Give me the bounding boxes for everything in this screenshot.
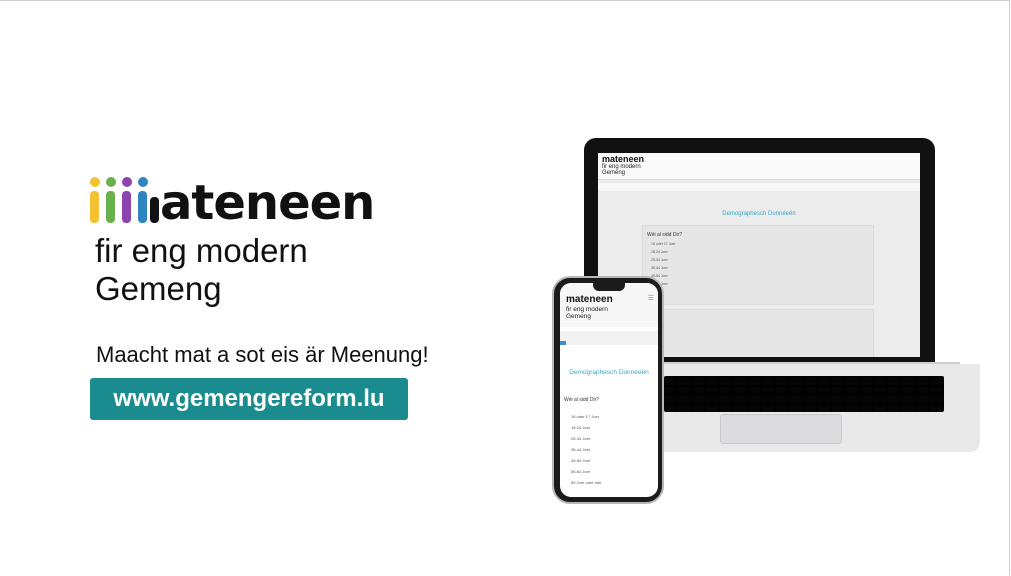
phone-screen: mateneen fir eng modern Gemeng ☰ Demogra… [560, 283, 658, 497]
logo-wordmark: ateneen [160, 175, 375, 231]
phone-option[interactable]: 25-34 Joer [571, 436, 590, 441]
phone-option[interactable]: 35-44 Joer [571, 447, 590, 452]
laptop-next-card [642, 309, 874, 357]
laptop-sub-line2: Gemeng [602, 170, 626, 176]
tagline-line1: fir eng modern [95, 232, 308, 269]
laptop-progress-bar [598, 183, 920, 191]
mateneen-logo: ateneen [88, 175, 375, 231]
phone-option[interactable]: 45-54 Joer [571, 458, 590, 463]
phone-progress-indicator [560, 341, 566, 345]
tagline-line2: Gemeng [95, 270, 222, 307]
phone-sub-line1: fir eng modern [566, 306, 608, 313]
phone-option[interactable]: 65 Joer oder méi [571, 480, 601, 485]
laptop-option[interactable]: 16 oder 17 Joer [651, 242, 676, 246]
phone-option[interactable]: 55-64 Joer [571, 469, 590, 474]
website-link[interactable]: www.gemengereform.lu [90, 378, 408, 420]
phone-progress-bar [560, 331, 658, 345]
phone-notch [593, 283, 625, 291]
laptop-option[interactable]: 35-44 Joer [651, 266, 668, 270]
laptop-option[interactable]: 18-24 Joer [651, 250, 668, 254]
phone-site-subtitle: fir eng modern Gemeng [566, 306, 608, 320]
people-logo-icon [88, 175, 160, 227]
phone-option[interactable]: 18-24 Joer [571, 425, 590, 430]
laptop-keyboard [664, 376, 944, 412]
phone-sub-line2: Gemeng [566, 313, 591, 320]
phone-question: Wéi al sidd Dir? [564, 397, 600, 403]
phone-option[interactable]: 16 oder 17 Joer [571, 414, 599, 419]
phone-site-logo[interactable]: mateneen [566, 295, 613, 305]
laptop-site-logo[interactable]: mateneen [602, 155, 644, 164]
phone-section-title: Demographesch Donnéeën [569, 369, 649, 376]
laptop-section-title: Demographesch Donnéeën [722, 211, 796, 217]
laptop-question-card: Wéi al sidd Dir? 16 oder 17 Joer 18-24 J… [642, 225, 874, 305]
laptop-trackpad [720, 414, 842, 444]
call-to-action: Maacht mat a sot eis är Meenung! [96, 342, 429, 367]
laptop-question: Wéi al sidd Dir? [647, 232, 683, 238]
laptop-option[interactable]: 25-34 Joer [651, 258, 668, 262]
tagline: fir eng modern Gemeng [95, 232, 308, 308]
menu-icon[interactable]: ☰ [648, 294, 654, 302]
laptop-site-header: mateneen fir eng modern Gemeng [598, 153, 920, 180]
laptop-site-subtitle: fir eng modern Gemeng [602, 164, 641, 176]
